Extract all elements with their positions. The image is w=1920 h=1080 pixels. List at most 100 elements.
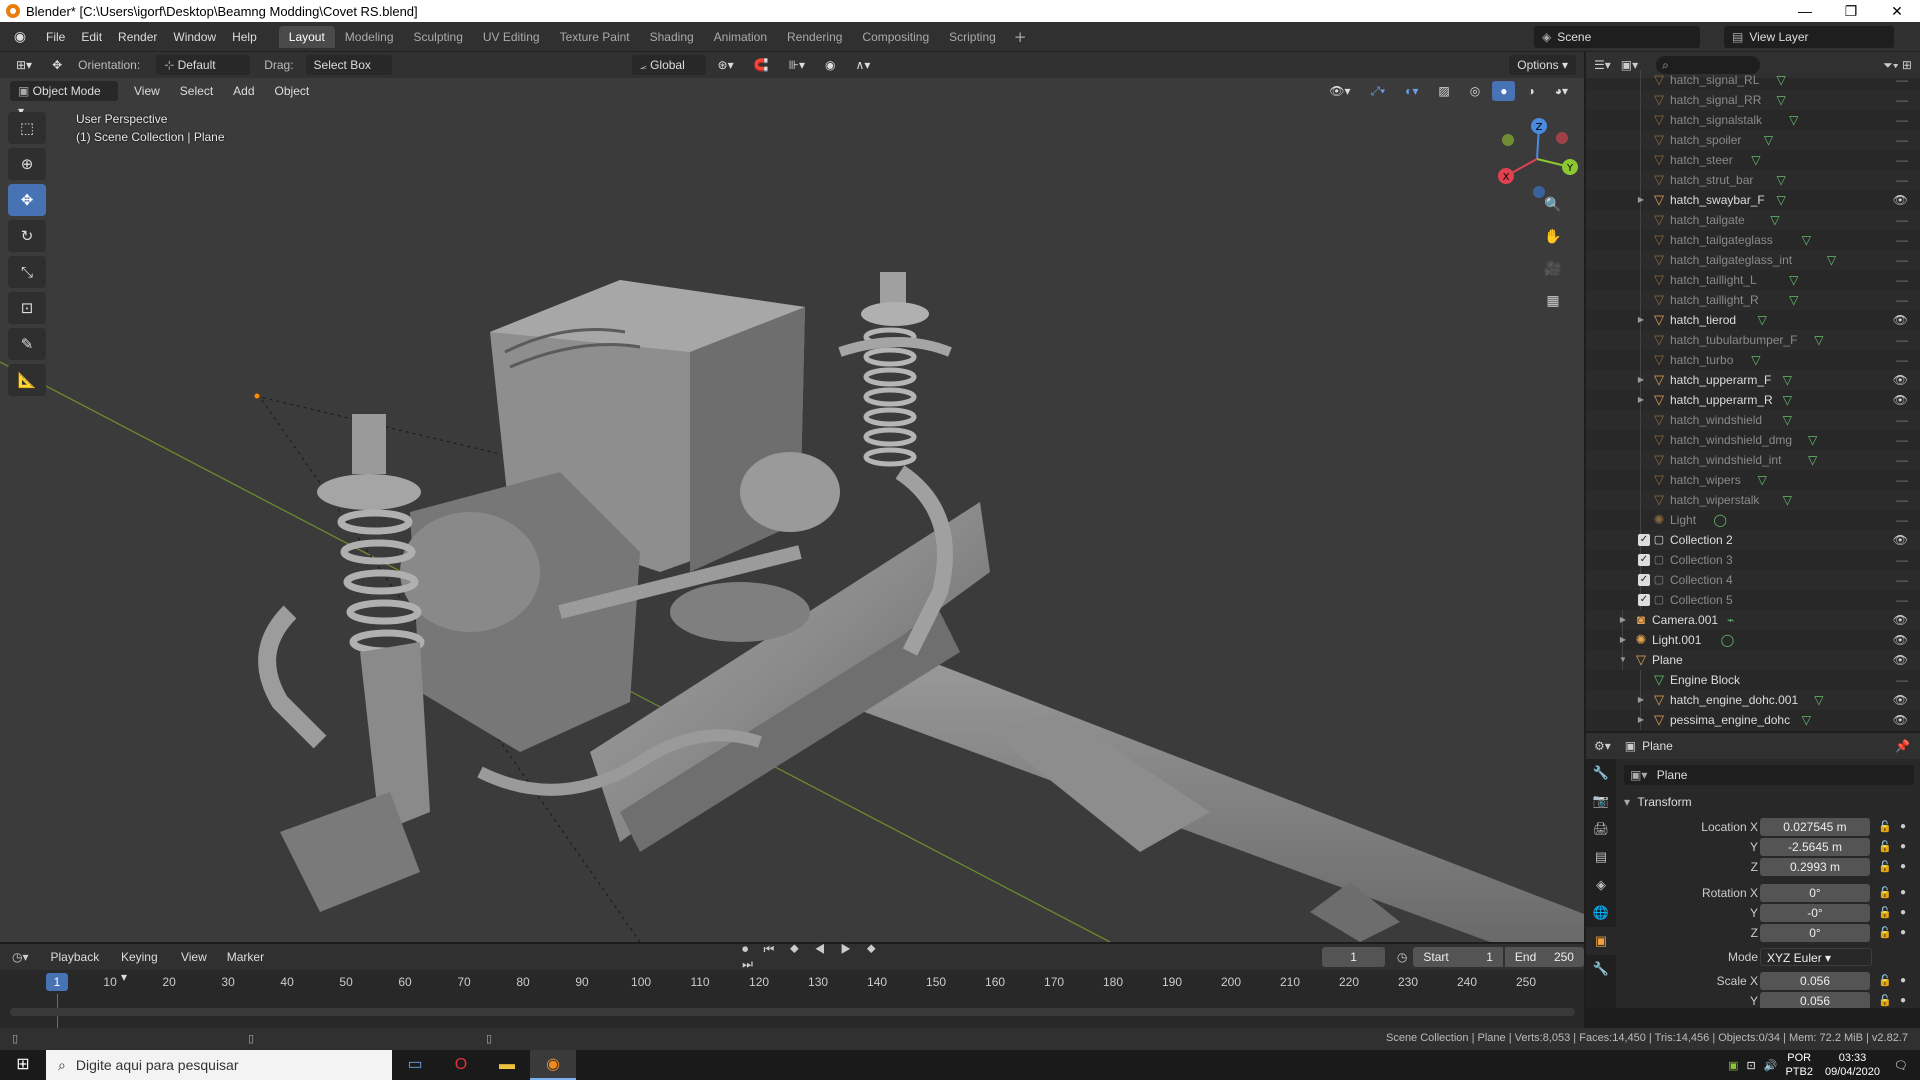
close-button[interactable]: ✕ <box>1874 0 1920 22</box>
tab-animation[interactable]: Animation <box>704 26 777 48</box>
outliner-row[interactable]: ✺ Light ◯ — <box>1586 510 1920 530</box>
proportional-edit-icon[interactable]: ◉ <box>817 55 843 75</box>
outliner-row[interactable]: ▽ hatch_tailgate ▽ — <box>1586 210 1920 230</box>
network-tray-icon[interactable]: ⊡ <box>1747 1059 1756 1072</box>
mesh-data-icon[interactable]: ▽ <box>1808 450 1817 470</box>
hidden-eye-icon[interactable]: — <box>1896 570 1908 590</box>
outliner-collection[interactable]: ✓ ▢ Collection 4 — <box>1586 570 1920 590</box>
light-data-icon[interactable]: ◯ <box>1721 630 1734 650</box>
tab-uv-editing[interactable]: UV Editing <box>473 26 550 48</box>
hidden-eye-icon[interactable]: — <box>1896 510 1908 530</box>
mesh-data-icon[interactable]: ▽ <box>1814 690 1823 710</box>
mesh-data-icon[interactable]: ▽ <box>1751 350 1760 370</box>
taskbar-search-input[interactable]: ⌕ Digite aqui para pesquisar <box>46 1050 392 1080</box>
mesh-data-icon[interactable]: ▽ <box>1783 390 1792 410</box>
mesh-data-icon[interactable]: ▽ <box>1802 710 1811 730</box>
preview-range-icon[interactable]: ◷ <box>1397 950 1407 964</box>
current-frame-field[interactable]: 1 <box>1322 947 1385 967</box>
outliner-child[interactable]: ▶ ▽ hatch_engine_dohc.001 👁 ▽ <box>1586 690 1920 710</box>
visibility-eye-icon[interactable]: 👁 <box>1893 650 1908 670</box>
rotation-y-field[interactable]: -0° <box>1760 904 1870 922</box>
keyframe-dot-icon[interactable]: ● <box>1900 903 1906 923</box>
jump-start-icon[interactable]: ⏮ <box>763 942 780 956</box>
mesh-data-icon[interactable]: ▽ <box>1808 430 1817 450</box>
mesh-data-icon[interactable]: ▽ <box>1758 310 1767 330</box>
outliner-row[interactable]: ▽ hatch_taillight_L ▽ — <box>1586 270 1920 290</box>
lock-icon[interactable]: 🔓 <box>1878 923 1892 943</box>
outliner-row[interactable]: ▶ ▽ hatch_upperarm_F ▽ 👁 <box>1586 370 1920 390</box>
menu-file[interactable]: File <box>38 22 73 52</box>
volume-tray-icon[interactable]: 🔊 <box>1764 1059 1778 1072</box>
file-explorer-icon[interactable]: ▬ <box>484 1050 530 1080</box>
menu-object[interactable]: Object <box>267 81 318 101</box>
modifier-tab-icon[interactable]: 🔧 <box>1586 955 1616 983</box>
hidden-eye-icon[interactable]: — <box>1896 250 1908 270</box>
playback-menu[interactable]: Playback ▾ <box>43 947 109 984</box>
timeline-editor-type-icon[interactable]: ◷▾ <box>12 950 29 964</box>
keyframe-dot-icon[interactable]: ● <box>1900 883 1906 903</box>
hidden-eye-icon[interactable]: — <box>1896 330 1908 350</box>
mesh-data-icon[interactable]: ▽ <box>1764 130 1773 150</box>
clock[interactable]: 03:33 09/04/2020 <box>1825 1051 1880 1079</box>
keyframe-dot-icon[interactable]: ● <box>1900 837 1906 857</box>
expand-arrow-icon[interactable]: ▶ <box>1636 190 1646 210</box>
mesh-data-icon[interactable]: ▽ <box>1777 90 1786 110</box>
hidden-eye-icon[interactable]: — <box>1896 550 1908 570</box>
keyframe-dot-icon[interactable]: ● <box>1900 857 1906 877</box>
expand-arrow-icon[interactable]: ▶ <box>1636 310 1646 330</box>
visibility-eye-icon[interactable]: 👁 <box>1893 710 1908 730</box>
view-layer-selector[interactable]: ▤ View Layer <box>1724 26 1894 48</box>
outliner-collection[interactable]: ✓ ▢ Collection 5 — <box>1586 590 1920 610</box>
transform-panel-header[interactable]: ▾ Transform <box>1624 791 1914 813</box>
orientation-dropdown[interactable]: ⊹ Default <box>156 55 251 75</box>
mesh-data-icon[interactable]: ▽ <box>1777 70 1786 90</box>
add-workspace-icon[interactable]: + <box>1006 28 1035 46</box>
solid-shading-icon[interactable]: ● <box>1492 81 1516 101</box>
snap-icon[interactable]: 🧲 <box>746 55 777 75</box>
pivot-point-icon[interactable]: ⊛▾ <box>710 55 742 75</box>
exclude-checkbox[interactable]: ✓ <box>1638 554 1650 566</box>
language-indicator[interactable]: POR PTB2 <box>1785 1051 1813 1079</box>
mesh-data-icon[interactable]: ▽ <box>1789 270 1798 290</box>
hidden-eye-icon[interactable]: — <box>1896 450 1908 470</box>
outliner-row[interactable]: ▽ hatch_windshield_int ▽ — <box>1586 450 1920 470</box>
transform-tool-icon[interactable]: ⊡ <box>8 292 46 324</box>
mesh-data-icon[interactable]: ▽ <box>1783 370 1792 390</box>
hidden-eye-icon[interactable]: — <box>1896 210 1908 230</box>
expand-arrow-icon[interactable]: ▶ <box>1636 690 1646 710</box>
tab-shading[interactable]: Shading <box>640 26 704 48</box>
lock-icon[interactable]: 🔓 <box>1878 883 1892 903</box>
annotate-tool-icon[interactable]: ✎ <box>8 328 46 360</box>
prev-keyframe-icon[interactable]: ◆ <box>790 942 805 956</box>
location-x-field[interactable]: 0.027545 m <box>1760 818 1870 836</box>
lock-icon[interactable]: 🔓 <box>1878 991 1892 1008</box>
opera-browser-icon[interactable]: O <box>438 1050 484 1080</box>
hidden-eye-icon[interactable]: — <box>1896 170 1908 190</box>
record-icon[interactable]: ⏺ <box>742 942 754 956</box>
hidden-eye-icon[interactable]: — <box>1896 470 1908 490</box>
object-name-field[interactable]: ▣▾ Plane <box>1624 765 1914 785</box>
tab-sculpting[interactable]: Sculpting <box>404 26 473 48</box>
lock-icon[interactable]: 🔓 <box>1878 971 1892 991</box>
output-tab-icon[interactable]: 🖨 <box>1586 815 1616 843</box>
outliner-row[interactable]: ▽ hatch_tailgateglass_int ▽ — <box>1586 250 1920 270</box>
visibility-eye-icon[interactable]: 👁 <box>1893 610 1908 630</box>
visibility-eye-icon[interactable]: 👁 <box>1893 310 1908 330</box>
scale-y-field[interactable]: 0.056 <box>1760 992 1870 1008</box>
world-tab-icon[interactable]: 🌐 <box>1586 899 1616 927</box>
visibility-eye-icon[interactable]: 👁 <box>1893 370 1908 390</box>
expand-arrow-icon[interactable]: ▶ <box>1636 390 1646 410</box>
minimize-button[interactable]: — <box>1782 0 1828 22</box>
keyframe-dot-icon[interactable]: ● <box>1900 923 1906 943</box>
light-data-icon[interactable]: ◯ <box>1714 510 1727 530</box>
hidden-eye-icon[interactable]: — <box>1896 270 1908 290</box>
object-tab-icon[interactable]: ▣ <box>1586 927 1616 955</box>
mesh-data-icon[interactable]: ▽ <box>1770 210 1779 230</box>
keying-menu[interactable]: Keying ▾ <box>113 947 169 984</box>
menu-render[interactable]: Render <box>110 22 165 52</box>
cursor-tool-icon[interactable]: ⊕ <box>8 148 46 180</box>
outliner-row[interactable]: ▽ hatch_signal_RR ▽ — <box>1586 90 1920 110</box>
tab-layout[interactable]: Layout <box>278 25 335 48</box>
blender-taskbar-icon[interactable]: ◉ <box>530 1050 576 1080</box>
move-tool-icon[interactable]: ✥ <box>8 184 46 216</box>
